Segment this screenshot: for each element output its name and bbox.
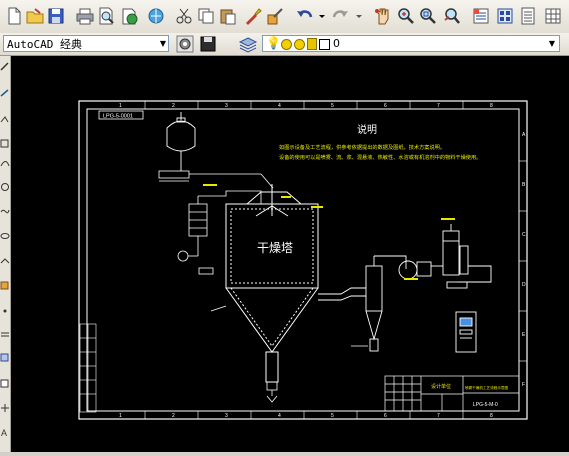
grid-number: 6	[384, 103, 387, 109]
grid-number: 5	[331, 103, 334, 109]
properties-icon[interactable]	[471, 6, 491, 26]
print-preview-icon[interactable]	[96, 6, 116, 26]
leader-label-mark	[441, 218, 455, 220]
drying-tower	[225, 184, 319, 383]
design-center-icon[interactable]	[495, 6, 515, 26]
redo-dropdown-icon[interactable]	[349, 6, 362, 26]
block-editor-icon[interactable]	[265, 6, 285, 26]
grid-number: 1	[119, 103, 122, 109]
standard-toolbar	[0, 0, 569, 34]
sheet-set-icon[interactable]	[543, 6, 563, 26]
pan-icon[interactable]	[372, 6, 392, 26]
undo-icon[interactable]	[294, 6, 314, 26]
grid-number: 7	[437, 413, 440, 419]
zoom-previous-icon[interactable]	[442, 6, 462, 26]
zoom-realtime-icon[interactable]	[396, 6, 416, 26]
drawing-tag: LPG-5-0001	[103, 114, 133, 120]
grid-number: 4	[278, 103, 281, 109]
leader-label-mark	[281, 196, 291, 198]
grid-number: 3	[225, 413, 228, 419]
match-properties-icon[interactable]	[243, 6, 263, 26]
save-icon[interactable]	[46, 6, 66, 26]
tool-palettes-icon[interactable]	[518, 6, 538, 26]
layer-unlock-icon[interactable]	[307, 38, 317, 50]
svg-text:A: A	[1, 428, 7, 438]
title-block	[384, 375, 520, 412]
redo-icon[interactable]	[331, 6, 351, 26]
workspace-select-value: AutoCAD 经典	[7, 38, 82, 51]
layer-viewport-thaw-icon[interactable]	[294, 39, 305, 50]
layer-color-swatch	[319, 39, 330, 50]
scrubber	[442, 224, 492, 289]
workspace-save-icon[interactable]	[198, 34, 218, 54]
workspace-select[interactable]: AutoCAD 经典	[3, 35, 169, 52]
control-cabinet	[455, 311, 477, 353]
workspaces-layers-toolbar: AutoCAD 经典 ▼ 💡 0 ▼	[0, 33, 569, 56]
draw-toolbar: A	[0, 56, 11, 452]
title-block-description: 喷雾干燥机工艺流程示意图	[465, 385, 509, 390]
new-file-icon[interactable]	[4, 6, 24, 26]
drawing-number: LPG-5-M-0	[473, 402, 498, 408]
grid-number: 1	[119, 413, 122, 419]
layer-dropdown-icon[interactable]: ▼	[546, 35, 558, 52]
grid-letter: A	[522, 132, 526, 138]
grid-letter: F	[522, 382, 525, 388]
revision-table	[79, 323, 97, 413]
grid-number: 3	[225, 103, 228, 109]
leader-label-mark	[203, 184, 217, 186]
workspace-settings-icon[interactable]	[175, 34, 195, 54]
layer-properties-manager-icon[interactable]	[238, 34, 258, 54]
grid-letter: E	[522, 332, 526, 338]
discharge-valve	[266, 381, 278, 403]
grid-number: 8	[490, 413, 493, 419]
grid-number: 7	[437, 103, 440, 109]
drawing-sheet: 1 2 3 4 5 6 7 8 1 2 3 4 5 6 7 8 A B C D …	[78, 100, 528, 420]
layer-on-icon[interactable]: 💡	[266, 36, 281, 51]
leader-label-mark	[404, 278, 418, 280]
notes-line-2: 设备的使用可以是喷雾、流、浆、混悬液、热敏性、水溶或有机溶剂中的物料干燥使用。	[279, 153, 481, 161]
undo-dropdown-icon[interactable]	[312, 6, 325, 26]
copy-icon[interactable]	[196, 6, 216, 26]
grid-number: 8	[490, 103, 493, 109]
grid-letter: D	[522, 282, 526, 288]
layer-thaw-icon[interactable]	[281, 39, 292, 50]
paste-icon[interactable]	[218, 6, 238, 26]
zoom-window-icon[interactable]	[418, 6, 438, 26]
grid-number: 2	[172, 103, 175, 109]
model-space-canvas[interactable]: 1 2 3 4 5 6 7 8 1 2 3 4 5 6 7 8 A B C D …	[11, 56, 569, 452]
cut-icon[interactable]	[174, 6, 194, 26]
grid-number: 2	[172, 413, 175, 419]
open-file-icon[interactable]	[25, 6, 45, 26]
publish-icon[interactable]	[119, 6, 139, 26]
feed-tank	[166, 112, 196, 171]
cyclone-separator	[318, 255, 407, 352]
notes-line-1: 如图示设备及工艺流程，供参考依据提出的数据及图纸，技术方案说明。	[279, 143, 445, 151]
grid-number: 4	[278, 413, 281, 419]
grid-letter: C	[522, 232, 526, 238]
publish-3d-icon[interactable]	[146, 6, 166, 26]
leader-label-mark	[311, 206, 323, 208]
print-icon[interactable]	[75, 6, 95, 26]
layer-select[interactable]: 💡 0	[262, 35, 560, 52]
grid-letter: B	[522, 182, 526, 188]
air-heater	[177, 190, 262, 275]
notes-title: 说明	[357, 123, 377, 136]
workspace-dropdown-icon[interactable]: ▼	[157, 35, 169, 52]
title-block-name: 设计单位	[431, 383, 451, 390]
grid-number: 6	[384, 413, 387, 419]
layer-current-name: 0	[333, 37, 340, 50]
grid-number: 5	[331, 413, 334, 419]
tower-label: 干燥塔	[257, 241, 293, 255]
